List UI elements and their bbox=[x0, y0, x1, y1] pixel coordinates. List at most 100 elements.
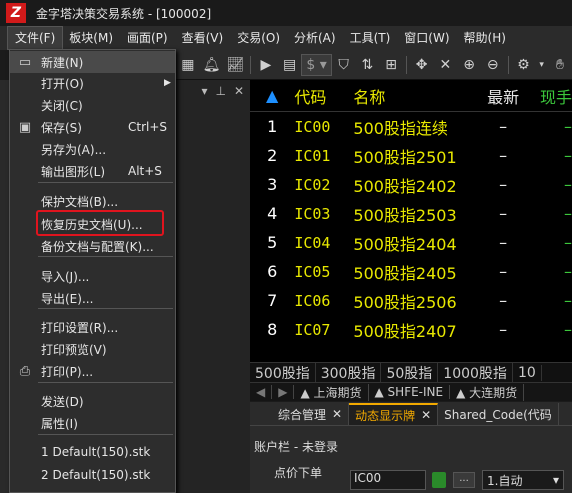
header-code[interactable]: 代码 bbox=[294, 84, 353, 108]
row-last: – bbox=[499, 175, 508, 194]
chart-grid-icon[interactable]: ▦ bbox=[178, 54, 198, 76]
row-vol: – bbox=[564, 204, 572, 223]
file-menu-item[interactable]: 关闭(C) bbox=[10, 94, 175, 116]
more-button[interactable]: ... bbox=[453, 472, 475, 488]
file-menu-item[interactable]: 打开(O) ▶ bbox=[10, 72, 175, 94]
menu-item-label: 关闭(C) bbox=[41, 98, 83, 113]
zoom-out-icon[interactable]: ⊖ bbox=[483, 54, 503, 76]
chevron-down-icon[interactable]: ▾ bbox=[537, 54, 546, 76]
bell-icon[interactable]: 🔔︎ bbox=[202, 54, 222, 76]
currency-dropdown[interactable]: $ ▾ bbox=[301, 53, 332, 76]
index-tab[interactable]: 300股指 bbox=[316, 362, 382, 383]
file-menu-item[interactable]: ▣ 保存(S) Ctrl+S bbox=[10, 116, 175, 138]
file-menu-item[interactable]: 保护文档(B)... bbox=[10, 190, 175, 212]
menu-item-label: 保护文档(B)... bbox=[41, 194, 119, 209]
filter-icon[interactable]: ⛉ bbox=[334, 54, 354, 76]
menu-file[interactable]: 文件(F) bbox=[6, 26, 64, 50]
exchange-tab[interactable]: ▲ 大连期货 bbox=[450, 383, 525, 401]
row-code: IC03 bbox=[294, 204, 331, 223]
file-menu-item[interactable]: 打印设置(R)... bbox=[10, 316, 175, 338]
file-menu-item[interactable]: 属性(I) bbox=[10, 412, 175, 434]
table-row[interactable]: 6 IC05 500股指2405 – – bbox=[250, 257, 572, 286]
row-last: – bbox=[499, 233, 508, 252]
menu-help[interactable]: 帮助(H) bbox=[457, 27, 513, 49]
scroll-left-icon[interactable]: ◀ bbox=[250, 385, 273, 399]
cross-icon[interactable]: ✕ bbox=[436, 54, 456, 76]
table-row[interactable]: 5 IC04 500股指2404 – – bbox=[250, 228, 572, 257]
toolbar-separator bbox=[250, 55, 251, 74]
scroll-right-icon[interactable]: ▶ bbox=[272, 385, 295, 399]
header-vol[interactable]: 现手 bbox=[533, 84, 572, 108]
menu-item-label: 备份文档与配置(K)... bbox=[41, 239, 154, 254]
trend-chart-icon[interactable]: 📈︎ bbox=[225, 54, 245, 76]
menu-window[interactable]: 窗口(W) bbox=[397, 27, 456, 49]
file-menu-item[interactable]: 导出(E)... bbox=[10, 287, 175, 309]
menu-separator bbox=[38, 382, 173, 383]
close-icon[interactable]: ✕ bbox=[332, 407, 342, 421]
row-name: 500股指2506 bbox=[353, 292, 457, 312]
menu-sector[interactable]: 板块(M) bbox=[62, 27, 120, 49]
file-menu-item[interactable]: ⎙ 打印(P)... bbox=[10, 360, 175, 382]
zoom-in-icon[interactable]: ⊕ bbox=[459, 54, 479, 76]
row-index: 2 bbox=[267, 146, 278, 165]
row-name: 500股指2402 bbox=[353, 176, 457, 196]
menu-tools[interactable]: 工具(T) bbox=[343, 27, 398, 49]
mode-value: 1.自动 bbox=[487, 473, 523, 488]
row-name: 500股指2407 bbox=[353, 321, 457, 341]
hand-icon[interactable]: ✋︎ bbox=[550, 54, 570, 76]
file-menu-item[interactable]: 打印预览(V) bbox=[10, 338, 175, 360]
play-icon[interactable]: ▶ bbox=[256, 54, 276, 76]
tab-management[interactable]: 综合管理 ✕ bbox=[272, 403, 350, 425]
file-menu-item[interactable]: 另存为(A)... bbox=[10, 138, 175, 160]
index-tab[interactable]: 10 bbox=[513, 364, 542, 381]
table-icon[interactable]: ⊞ bbox=[381, 54, 401, 76]
index-tab[interactable]: 1000股指 bbox=[438, 362, 513, 383]
file-menu-item[interactable]: 备份文档与配置(K)... bbox=[10, 235, 175, 257]
sort-icon[interactable]: ⇅ bbox=[358, 54, 378, 76]
toolbar: ▦ 🔔︎ 📈︎ ▶ ▤ $ ▾ ⛉ ⇅ ⊞ ✥ ✕ ⊕ ⊖ ⚙ ▾ ✋︎ bbox=[176, 50, 572, 80]
pin-icon[interactable]: ⊥ bbox=[215, 84, 225, 98]
row-index: 8 bbox=[267, 320, 278, 339]
index-tab[interactable]: 500股指 bbox=[250, 362, 316, 383]
tab-dynamic-board[interactable]: 动态显示牌 ✕ bbox=[349, 403, 439, 425]
move-icon[interactable]: ✥ bbox=[412, 54, 432, 76]
header-name[interactable]: 名称 bbox=[353, 84, 473, 108]
exchange-tab[interactable]: ▲ 上海期货 bbox=[294, 383, 369, 401]
order-code-input[interactable]: IC00 bbox=[350, 470, 426, 490]
table-row[interactable]: 4 IC03 500股指2503 – – bbox=[250, 199, 572, 228]
menu-trade[interactable]: 交易(O) bbox=[230, 27, 287, 49]
file-menu-item[interactable]: 发送(D) bbox=[10, 390, 175, 412]
file-menu-item[interactable]: 1 Default(150).stk bbox=[10, 441, 175, 463]
menu-item-label: 打印(P)... bbox=[41, 364, 94, 379]
index-tab[interactable]: 50股指 bbox=[381, 362, 439, 383]
table-row[interactable]: 8 IC07 500股指2407 – – bbox=[250, 315, 572, 344]
exchange-tab[interactable]: ▲ SHFE-INE bbox=[369, 385, 451, 399]
file-menu-item[interactable]: 输出图形(L) Alt+S bbox=[10, 160, 175, 182]
file-menu-item[interactable]: 导入(J)... bbox=[10, 265, 175, 287]
close-icon[interactable]: ✕ bbox=[234, 84, 244, 98]
file-menu-item[interactable]: 2 Default(150).stk bbox=[10, 464, 175, 486]
menu-view[interactable]: 查看(V) bbox=[175, 27, 231, 49]
file-menu-item[interactable]: ▭ 新建(N) bbox=[10, 51, 175, 73]
menu-item-label: 2 Default(150).stk bbox=[41, 468, 151, 482]
menu-item-label: 保存(S) bbox=[41, 120, 82, 135]
menu-analysis[interactable]: 分析(A) bbox=[287, 27, 343, 49]
mode-select[interactable]: 1.自动 ▾ bbox=[482, 470, 564, 490]
lock-icon[interactable] bbox=[432, 472, 446, 488]
gear-icon[interactable]: ⚙ bbox=[514, 54, 534, 76]
close-icon[interactable]: ✕ bbox=[421, 408, 431, 422]
table-row[interactable]: 2 IC01 500股指2501 – – bbox=[250, 141, 572, 170]
index-strip: 500股指 300股指 50股指 1000股指 10 bbox=[250, 362, 572, 383]
menu-view-screen[interactable]: 画面(P) bbox=[120, 27, 175, 49]
table-row[interactable]: 7 IC06 500股指2506 – – bbox=[250, 286, 572, 315]
tab-shared-code[interactable]: Shared_Code(代码 bbox=[438, 403, 559, 425]
header-last[interactable]: 最新 bbox=[474, 84, 533, 108]
table-row[interactable]: 3 IC02 500股指2402 – – bbox=[250, 170, 572, 199]
menu-item-label: 打印预览(V) bbox=[41, 342, 107, 357]
up-arrow-icon[interactable]: ▲ bbox=[250, 86, 294, 105]
row-last: – bbox=[499, 117, 508, 136]
document-icon[interactable]: ▤ bbox=[280, 54, 300, 76]
table-row[interactable]: 1 IC00 500股指连续 – – bbox=[250, 112, 572, 141]
tab-label: 动态显示牌 bbox=[355, 408, 416, 423]
chevron-down-icon[interactable]: ▾ bbox=[201, 84, 207, 98]
